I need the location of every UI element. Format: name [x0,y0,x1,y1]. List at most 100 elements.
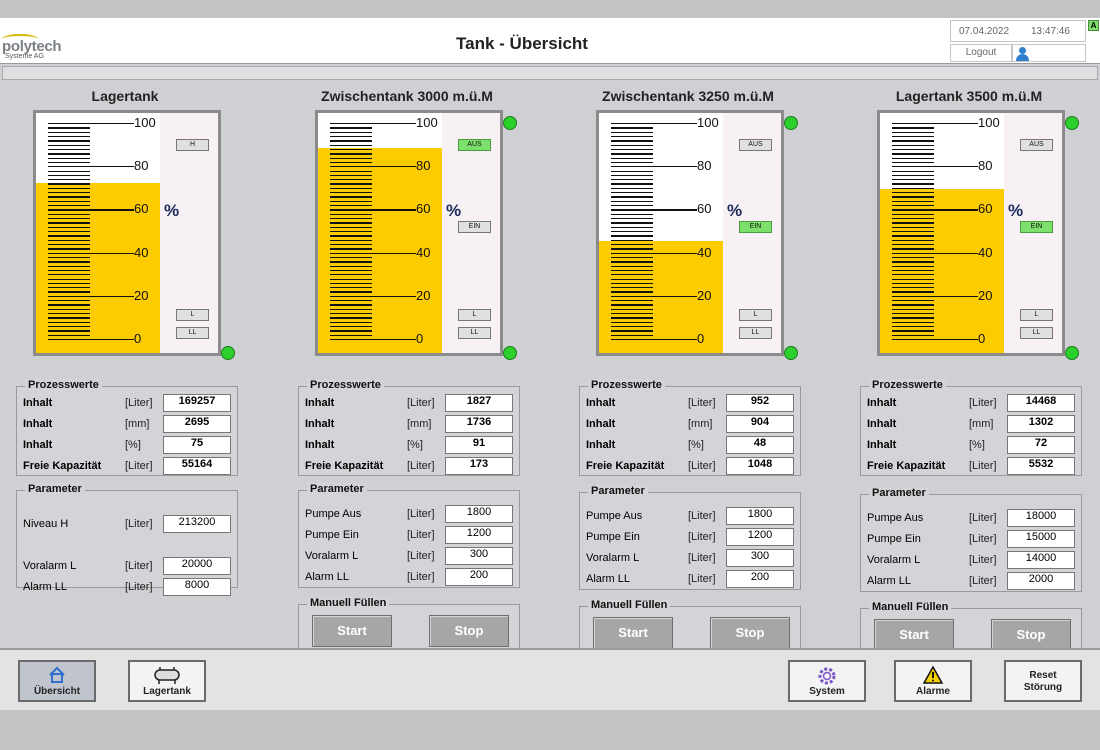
scale-minor-tick [611,187,653,190]
scale-minor-tick [892,313,934,315]
parameter-input[interactable]: 1800 [726,507,794,525]
stop-button[interactable]: Stop [429,615,509,647]
scale-minor-tick [48,153,90,155]
row-label: Pumpe Aus [867,512,924,524]
scale-minor-tick [892,205,934,207]
logout-button[interactable]: Logout [950,44,1012,62]
process-value-field: 2695 [163,415,231,433]
parameter-input[interactable]: 14000 [1007,551,1075,569]
scale-major-tick [892,209,978,211]
row-unit: [Liter] [125,460,153,472]
alarms-button[interactable]: Alarme [894,660,972,702]
parameter-input[interactable]: 1800 [445,505,513,523]
scale-minor-tick [611,248,653,250]
scale-minor-tick [48,248,90,250]
scale-minor-tick [892,144,934,146]
scale-minor-tick [48,317,90,319]
row-label: Alarm LL [305,571,350,583]
parameter-input[interactable]: 2000 [1007,572,1075,590]
parameter-row: Alarm LL [Liter] 8000 [17,578,239,596]
datetime-display: 07.04.2022 13:47:46 [950,20,1086,42]
storage-tank-button[interactable]: Lagertank [128,660,206,702]
level-marker-aus: AUS [1020,139,1053,151]
process-value-field: 1736 [445,415,513,433]
level-marker-h: H [176,139,209,151]
scale-minor-tick [611,291,653,293]
user-button[interactable] [1012,44,1086,62]
scale-minor-tick [892,187,934,190]
scale-label: 100 [134,115,156,130]
scale-minor-tick [892,183,934,185]
process-value-row: Freie Kapazität [Liter] 55164 [17,457,239,475]
scale-minor-tick [48,326,90,328]
scale-minor-tick [330,140,372,142]
row-unit: [mm] [125,418,150,430]
stop-button[interactable]: Stop [710,617,790,649]
scale-minor-tick [48,183,90,185]
parameter-input[interactable]: 200 [726,570,794,588]
scale-label: 0 [134,331,142,346]
parameter-row: Voralarm L [Liter] 14000 [861,551,1083,569]
scale-minor-tick [892,174,934,177]
start-button[interactable]: Start [593,617,673,649]
process-value-field: 1827 [445,394,513,412]
scale-minor-tick [330,300,372,302]
start-button[interactable]: Start [312,615,392,647]
process-value-field: 1048 [726,457,794,475]
process-value-row: Inhalt [%] 72 [861,436,1083,454]
scale-minor-tick [611,183,653,185]
parameter-input[interactable]: 300 [445,547,513,565]
parameter-input[interactable]: 18000 [1007,509,1075,527]
parameter-input[interactable]: 1200 [726,528,794,546]
parameter-input[interactable]: 15000 [1007,530,1075,548]
row-label: Pumpe Aus [586,510,643,522]
scale-minor-tick [892,127,934,129]
scale-major-tick [611,339,697,341]
scale-minor-tick [892,261,934,263]
group-label: Prozesswerte [307,379,384,391]
row-unit: [Liter] [969,460,997,472]
row-unit: [Liter] [969,554,997,566]
alarms-label: Alarme [916,686,950,697]
scale-minor-tick [330,144,372,146]
parameter-row: Pumpe Ein [Liter] 1200 [580,528,802,546]
row-unit: [%] [407,439,423,451]
scale-minor-tick [48,140,90,142]
process-value-field: 169257 [163,394,231,412]
stop-button[interactable]: Stop [991,619,1071,651]
logo-subtitle: Systeme AG [5,53,44,60]
scale-minor-tick [330,187,372,190]
scale-minor-tick [48,287,90,289]
parameter-input[interactable]: 20000 [163,557,231,575]
status-led-bottom [1065,346,1079,360]
scale-minor-tick [611,334,653,336]
scale-major-tick [48,209,134,211]
parameter-input[interactable]: 200 [445,568,513,586]
tank-title: Lagertank [91,88,159,104]
start-button[interactable]: Start [874,619,954,651]
scale-minor-tick [611,308,653,311]
reset-fault-button[interactable]: Reset Störung [1004,660,1082,702]
parameter-input[interactable]: 213200 [163,515,231,533]
scale-minor-tick [892,304,934,306]
scale-major-tick [330,295,416,298]
scale-minor-tick [892,269,934,272]
scale-minor-tick [892,196,934,198]
scale-minor-tick [330,192,372,194]
parameter-input[interactable]: 8000 [163,578,231,596]
parameter-input[interactable]: 1200 [445,526,513,544]
scale-minor-tick [330,127,372,129]
scale-major-tick [330,339,416,341]
system-button[interactable]: System [788,660,866,702]
scale-major-tick [892,295,978,298]
scale-minor-tick [611,274,653,276]
group-label: Prozesswerte [869,379,946,391]
level-marker-l: L [1020,309,1053,321]
process-value-row: Freie Kapazität [Liter] 1048 [580,457,802,475]
parameter-input[interactable]: 300 [726,549,794,567]
status-led-bottom [221,346,235,360]
overview-button[interactable]: Übersicht [18,660,96,702]
parameter-group: Parameter Pumpe Aus [Liter] 1800 Pumpe Ein [L… [298,483,520,588]
parameter-row: Voralarm L [Liter] 300 [580,549,802,567]
scale-minor-tick [892,153,934,155]
